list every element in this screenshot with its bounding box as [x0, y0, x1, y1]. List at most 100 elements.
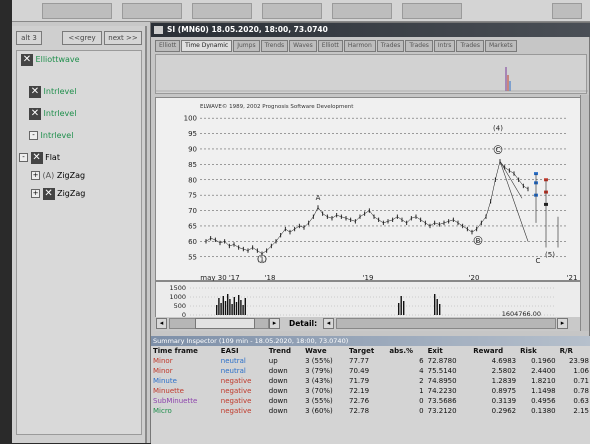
back-button[interactable]: <<grey	[62, 31, 102, 45]
cell-trend: down	[268, 397, 288, 405]
tab-trends[interactable]: Trends	[260, 40, 289, 52]
volume-bar	[242, 305, 244, 315]
cell-target: 70.49	[349, 367, 370, 375]
toolbar-slot[interactable]	[552, 3, 582, 19]
inspector-row[interactable]: Minute negative down 3 (43%) 71.79 2 74.8950 1.…	[151, 376, 590, 386]
price-chart-svg[interactable]: ELWAVE© 1989, 2002 Prognosis Software De…	[156, 98, 588, 282]
column-header: Time frame	[153, 347, 198, 355]
window-icon	[154, 26, 163, 34]
close-icon[interactable]: ✕	[29, 107, 41, 120]
close-icon[interactable]: ✕	[30, 151, 43, 164]
cell-wave: 3 (79%)	[305, 367, 333, 375]
cell-rr: 2.15	[573, 407, 589, 415]
wave-label: C	[496, 146, 501, 154]
scroll-thumb[interactable]	[195, 318, 255, 329]
detail-track[interactable]	[336, 318, 556, 329]
column-header: Risk	[520, 347, 537, 355]
toolbar-slot[interactable]	[122, 3, 182, 19]
tree-item[interactable]: + ✕ ZigZag	[31, 187, 85, 201]
tab-time-dynamic[interactable]: Time Dynamic	[181, 40, 233, 52]
close-icon[interactable]: ✕	[21, 53, 33, 66]
volume-bar	[400, 296, 402, 315]
next-button[interactable]: next >>	[104, 31, 142, 45]
cell-exit: 73.5686	[427, 397, 457, 405]
cell-easi: negative	[220, 407, 252, 415]
price-chart[interactable]: ELWAVE© 1989, 2002 Prognosis Software De…	[155, 97, 588, 282]
wave-label: C	[536, 257, 541, 265]
y-tick-label: 55	[188, 253, 197, 261]
tree-item[interactable]: - Intrlevel	[29, 129, 73, 143]
tab-markets[interactable]: Markets	[485, 40, 517, 52]
scroll-right-icon[interactable]: ▸	[269, 318, 280, 329]
tree-item[interactable]: ✕ Intrlevel	[29, 107, 76, 121]
cell-risk: 2.4400	[531, 367, 556, 375]
expand-icon[interactable]: +	[31, 189, 40, 198]
tab-trades[interactable]: Trades	[376, 40, 405, 52]
wave-label: (5)	[545, 251, 555, 259]
tree-item[interactable]: ✕ Intrlevel	[29, 85, 76, 99]
tree-item-label: Elliottwave	[35, 55, 80, 64]
tree-item[interactable]: + (A) ZigZag	[31, 169, 85, 183]
volume-bar	[240, 300, 242, 315]
cell-trend: up	[268, 357, 278, 365]
tab-jumps[interactable]: Jumps	[233, 40, 260, 52]
expand-icon[interactable]: +	[31, 171, 40, 180]
cell-target: 71.79	[349, 377, 370, 385]
tab-trades[interactable]: Trades	[405, 40, 433, 52]
toolbar-slot[interactable]	[262, 3, 322, 19]
cell-reward: 0.2962	[491, 407, 517, 415]
toolbar-slot[interactable]	[192, 3, 252, 19]
tree-item[interactable]: - ✕ Flat	[19, 151, 60, 165]
alt-button[interactable]: alt 3	[16, 31, 42, 45]
tab-harmon[interactable]: Harmon	[343, 40, 376, 52]
cell-exit: 72.8780	[427, 357, 457, 365]
collapse-icon[interactable]: -	[19, 153, 28, 162]
time-scrollbar[interactable]: ◂ ▸ Detail: ◂ ▸	[155, 317, 587, 331]
cell-abs: 6	[419, 357, 424, 365]
close-icon[interactable]: ✕	[42, 187, 55, 200]
screen: alt 3 <<grey next >> ✕ Elliottwave ✕ Int…	[12, 0, 590, 444]
expand-icon[interactable]: -	[29, 131, 38, 140]
toolbar-slot[interactable]	[42, 3, 112, 19]
vertical-scrollbar[interactable]	[580, 95, 589, 331]
tab-elliott[interactable]: Elliott	[317, 40, 343, 52]
inspector-row[interactable]: Minuette negative down 3 (70%) 72.19 1 74.2230…	[151, 386, 590, 396]
tree-item-label: Intrlevel	[43, 87, 77, 96]
cell-rr: 0.78	[573, 387, 589, 395]
inspector-row[interactable]: Micro negative down 3 (60%) 72.78 0 73.2120 0.2…	[151, 406, 590, 416]
y-tick-label: 75	[188, 192, 197, 200]
tree-item-label: Intrlevel	[43, 109, 77, 118]
cell-easi: neutral	[220, 357, 246, 365]
tab-trades[interactable]: Trades	[456, 40, 484, 52]
volume-bar	[227, 294, 229, 315]
toolbar-slot[interactable]	[332, 3, 392, 19]
cell-abs: 0	[419, 397, 424, 405]
toolbar-slot[interactable]	[402, 3, 462, 19]
tab-intrs[interactable]: Intrs	[433, 40, 456, 52]
detail-left-icon[interactable]: ◂	[323, 318, 334, 329]
window-titlebar[interactable]: SI (MN60) 18.05.2020, 18:00, 73.0740	[151, 23, 590, 37]
tab-strip: Elliott Time Dynamic Jumps Trends Waves Ellio…	[155, 40, 518, 52]
tab-waves[interactable]: Waves	[289, 40, 317, 52]
inspector-row[interactable]: Minor neutral down 3 (79%) 70.49 4 75.5140 2.58…	[151, 366, 590, 376]
y-tick-label: 65	[188, 222, 197, 230]
chart-window: SI (MN60) 18.05.2020, 18:00, 73.0740 Ell…	[150, 22, 590, 444]
left-panel: alt 3 <<grey next >> ✕ Elliottwave ✕ Int…	[12, 26, 147, 443]
cell-target: 72.76	[349, 397, 370, 405]
tree-item-root[interactable]: ✕ Elliottwave	[21, 53, 80, 67]
cell-rr: 0.63	[573, 397, 589, 405]
cell-tf: Minute	[153, 377, 177, 385]
y-tick-label: 80	[188, 176, 197, 184]
scroll-left-icon[interactable]: ◂	[156, 318, 167, 329]
volume-bar	[216, 305, 218, 315]
detail-right-icon[interactable]: ▸	[557, 318, 568, 329]
y-tick-label: 70	[188, 207, 197, 215]
inspector-row[interactable]: SubMinuette negative down 3 (55%) 72.76 0 73.5…	[151, 396, 590, 406]
cell-tf: Minor	[153, 367, 173, 375]
cell-easi: negative	[220, 387, 252, 395]
inspector-row[interactable]: Minor neutral up 3 (55%) 77.77 6 72.8780 4.6983…	[151, 356, 590, 366]
column-header: Wave	[305, 347, 327, 355]
cell-easi: negative	[220, 397, 252, 405]
close-icon[interactable]: ✕	[29, 85, 41, 98]
tab-elliott[interactable]: Elliott	[155, 40, 181, 52]
